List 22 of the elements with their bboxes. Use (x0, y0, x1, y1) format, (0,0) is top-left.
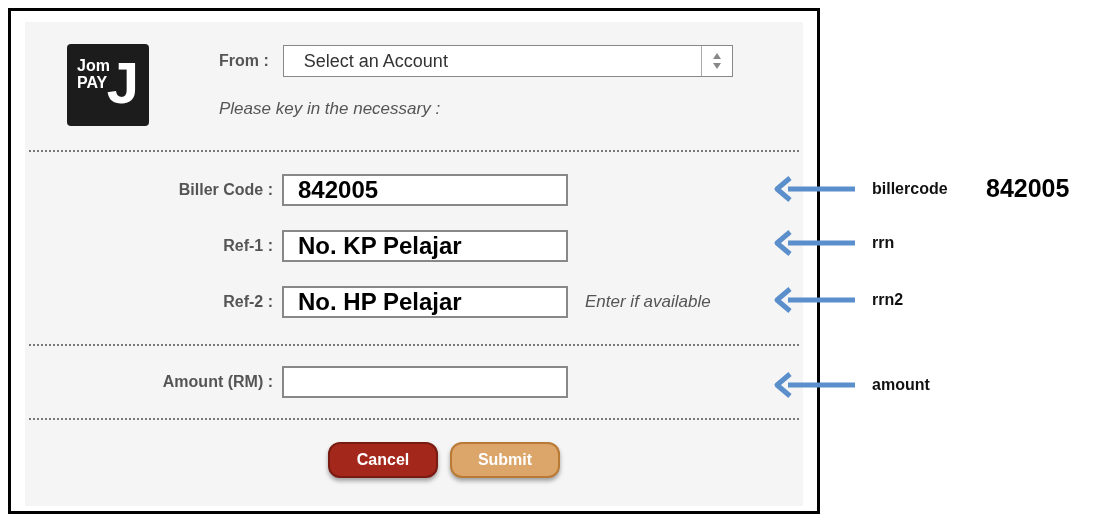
input-field[interactable] (282, 366, 568, 398)
field-label: Ref-1 : (223, 237, 273, 255)
input-field[interactable]: No. HP Pelajar (282, 286, 568, 318)
arrow-icon (772, 371, 856, 399)
input-field[interactable]: 842005 (282, 174, 568, 206)
field-label: Biller Code : (178, 181, 273, 199)
arrow-icon (772, 229, 856, 257)
annotation-label: rrn (872, 234, 896, 252)
arrow-icon (772, 174, 856, 203)
annotation-label: amount (872, 376, 931, 394)
field-label: Amount (RM) : (162, 373, 273, 391)
field-label: Ref-2 : (223, 293, 273, 311)
arrow-icon (772, 286, 856, 314)
annotation-label: billercode (872, 179, 949, 198)
hint-text: Enter if available (585, 292, 712, 312)
from-label: From : (219, 52, 269, 70)
annotation-value: 842005 (986, 174, 1070, 203)
annotation-label: rrn2 (872, 291, 905, 309)
instruction-text: Please key in the necessary : (219, 99, 442, 119)
input-field[interactable]: No. KP Pelajar (282, 230, 568, 262)
cancel-button[interactable]: Cancel (328, 442, 438, 478)
account-select[interactable]: Select an Account (282, 45, 733, 77)
